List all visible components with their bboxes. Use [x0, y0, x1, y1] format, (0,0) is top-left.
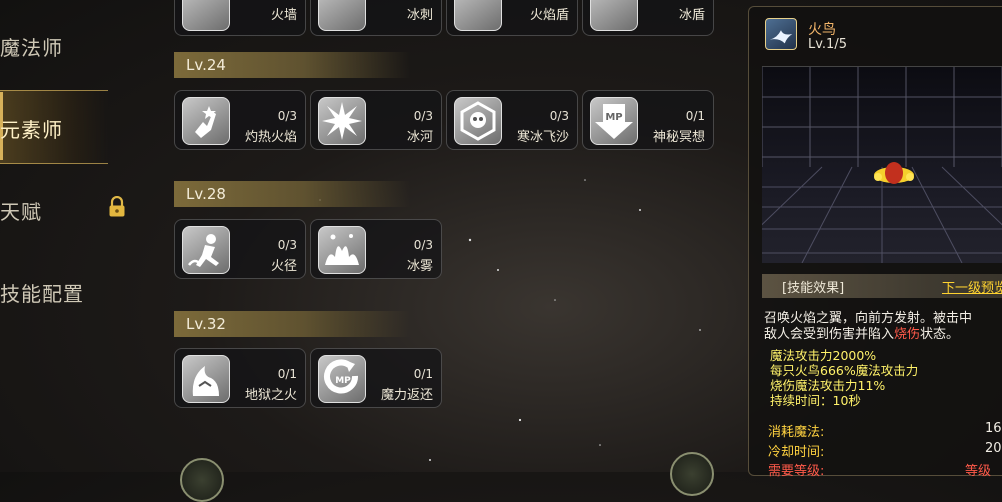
skill-card-frost-sand[interactable]: 0/3 寒冰飞沙 — [446, 90, 578, 150]
desc-line-2-end: 状态。 — [920, 327, 960, 342]
required-level-label: 需要等级: — [768, 464, 825, 479]
mp-return-icon: MP — [318, 355, 366, 403]
desc-line-1: 召唤火焰之翼，向前方发射。被击中 — [764, 311, 973, 326]
skill-points: 0/1 — [413, 367, 433, 381]
cooldown-value: 20 — [985, 441, 1002, 456]
fire-runner-icon — [182, 226, 230, 274]
skill-points: 0/3 — [277, 109, 297, 123]
desc-line-2: 敌人会受到伤害并陷入 — [764, 327, 895, 342]
mana-cost-label: 消耗魔法: — [768, 425, 825, 440]
nav-item-mage[interactable]: 魔法师 — [0, 32, 63, 61]
skill-card-glacier[interactable]: 0/3 冰河 — [310, 90, 442, 150]
skill-preview-arena — [762, 66, 1002, 263]
skill-points: 0/3 — [413, 238, 433, 252]
skill-card-hellfire[interactable]: 0/1 地狱之火 — [174, 348, 306, 408]
skill-name: 魔力返还 — [380, 388, 433, 403]
hellfire-icon — [182, 355, 230, 403]
level-header-32: Lv.32 — [174, 311, 410, 337]
skill-name: 地狱之火 — [244, 388, 297, 403]
skill-name: 神秘冥想 — [652, 130, 705, 145]
skill-title: 火鸟 — [808, 22, 836, 38]
firebird-skill-icon — [765, 18, 797, 50]
mana-cost-value: 16 — [985, 421, 1002, 436]
skill-points: 0/1 — [685, 109, 705, 123]
skill-name: 冰雾 — [406, 259, 433, 274]
skill-description: 召唤火焰之翼，向前方发射。被击中 敌人会受到伤害并陷入烧伤状态。 — [764, 311, 1002, 343]
stat-line: 持续时间：10秒 — [770, 393, 861, 408]
bottom-skill-slot-right[interactable] — [670, 452, 714, 496]
required-level-value: 等级 — [965, 464, 992, 479]
nav-item-skill-config[interactable]: 技能配置 — [0, 278, 84, 307]
skill-level: Lv.1/5 — [808, 37, 847, 52]
fire-hand-icon — [182, 97, 230, 145]
nav-item-talent[interactable]: 天赋 — [0, 196, 42, 225]
level-header-24: Lv.24 — [174, 52, 410, 78]
skill-card-mystic-meditation[interactable]: MP 0/1 神秘冥想 — [582, 90, 714, 150]
bottom-skill-slot-left[interactable] — [180, 458, 224, 502]
lock-icon — [109, 196, 125, 217]
skill-card-ice-shield[interactable]: 冰盾 — [582, 0, 714, 36]
skill-name: 火焰盾 — [529, 8, 569, 23]
skill-name: 火径 — [270, 259, 297, 274]
skill-points: 0/1 — [277, 367, 297, 381]
flame-shield-icon — [454, 0, 502, 31]
burn-keyword: 烧伤 — [894, 327, 921, 342]
cooldown-label: 冷却时间: — [768, 445, 825, 460]
skill-card-ice-spike[interactable]: 冰刺 — [310, 0, 442, 36]
ice-burst-icon — [318, 97, 366, 145]
skill-points: 0/3 — [413, 109, 433, 123]
skill-card-ice-mist[interactable]: 0/3 冰雾 — [310, 219, 442, 279]
fire-wall-icon — [182, 0, 230, 31]
skill-name: 灼热火焰 — [244, 130, 297, 145]
svg-text:MP: MP — [335, 376, 351, 386]
ice-mist-icon — [318, 226, 366, 274]
skill-name: 火墙 — [270, 8, 297, 23]
next-level-preview-link[interactable]: 下一级预览 — [942, 277, 1002, 296]
skill-card-flame-shield[interactable]: 火焰盾 — [446, 0, 578, 36]
skill-points: 0/3 — [277, 238, 297, 252]
skill-name: 冰盾 — [678, 8, 705, 23]
skill-card-fire-wall[interactable]: 火墙 — [174, 0, 306, 36]
ice-shield-icon — [590, 0, 638, 31]
skill-name: 冰刺 — [406, 8, 433, 23]
ice-spike-icon — [318, 0, 366, 31]
mp-down-icon: MP — [590, 97, 638, 145]
skill-effect-label: [技能效果] — [782, 281, 845, 296]
level-header-28: Lv.28 — [174, 181, 410, 207]
skill-name: 冰河 — [406, 130, 433, 145]
nav-item-elementalist[interactable]: 元素师 — [0, 114, 63, 143]
skill-card-mana-return[interactable]: MP 0/1 魔力返还 — [310, 348, 442, 408]
skill-card-fire-path[interactable]: 0/3 火径 — [174, 219, 306, 279]
skill-card-scorching-flame[interactable]: 0/3 灼热火焰 — [174, 90, 306, 150]
skill-points: 0/3 — [549, 109, 569, 123]
svg-text:MP: MP — [605, 112, 622, 123]
skill-name: 寒冰飞沙 — [516, 130, 569, 145]
frost-skull-icon — [454, 97, 502, 145]
